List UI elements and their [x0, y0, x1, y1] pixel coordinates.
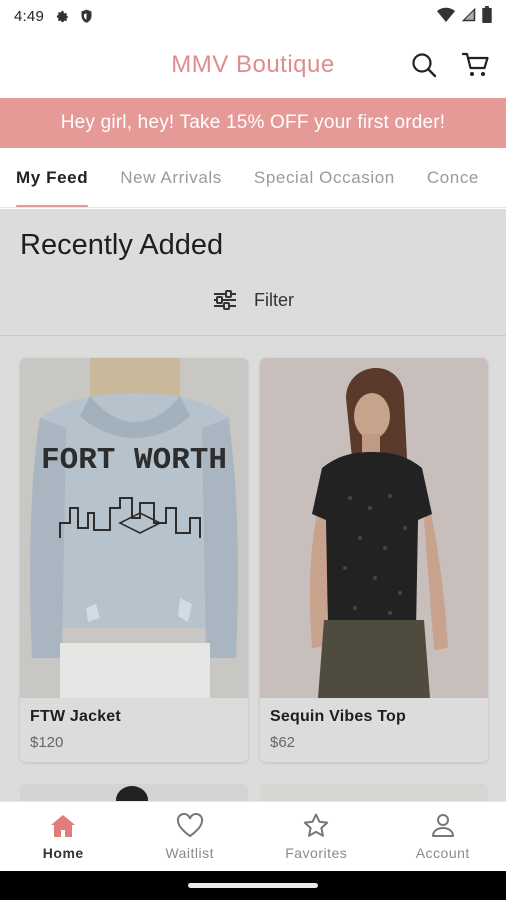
nav-home[interactable]: Home — [0, 802, 127, 871]
tab-new-arrivals[interactable]: New Arrivals — [104, 148, 238, 207]
filter-button[interactable]: Filter — [0, 285, 506, 315]
wifi-icon — [437, 7, 455, 26]
product-card-partial[interactable] — [20, 784, 248, 801]
product-image-denim-jacket: FORT WORTH — [20, 358, 248, 698]
product-name: FTW Jacket — [30, 708, 121, 725]
tab-special-occasion[interactable]: Special Occasion — [238, 148, 411, 207]
heart-icon — [176, 813, 204, 839]
filter-label: Filter — [254, 289, 294, 310]
home-gesture-handle[interactable] — [188, 883, 318, 888]
divider — [0, 335, 506, 336]
category-tabs: My Feed New Arrivals Special Occasion Co… — [0, 148, 506, 208]
tab-label: Special Occasion — [253, 167, 395, 187]
search-button[interactable] — [408, 49, 440, 81]
tab-concerts[interactable]: Conce — [411, 148, 495, 207]
person-icon — [429, 813, 457, 839]
tab-label: Conce — [426, 167, 479, 187]
product-info: FTW Jacket $120 — [20, 698, 248, 762]
signal-icon — [461, 7, 476, 26]
app-bar: MMV Boutique — [0, 32, 506, 98]
product-card[interactable]: Sequin Vibes Top $62 — [260, 358, 488, 762]
shield-icon — [78, 8, 94, 24]
bottom-navigation: Home Waitlist Favorites Account — [0, 801, 506, 871]
tab-label: New Arrivals — [120, 167, 222, 187]
tab-label: My Feed — [16, 167, 89, 187]
nav-label: Home — [42, 844, 84, 861]
product-info: Sequin Vibes Top $62 — [260, 698, 488, 762]
product-price: $62 — [270, 734, 296, 751]
cart-button[interactable] — [460, 49, 492, 81]
promo-banner[interactable]: Hey girl, hey! Take 15% OFF your first o… — [0, 98, 506, 148]
jacket-print-text: FORT WORTH — [41, 443, 227, 478]
tab-my-feed[interactable]: My Feed — [0, 148, 104, 207]
nav-label: Waitlist — [165, 844, 215, 861]
app-screen: 4:49 MMV Boutique Hey girl, hey! Take 15… — [0, 0, 506, 900]
app-title: MMV Boutique — [171, 51, 335, 78]
status-right-icons — [437, 5, 492, 27]
nav-label: Account — [415, 844, 470, 861]
battery-icon — [482, 5, 492, 27]
product-image-sequin-top — [260, 358, 488, 698]
feed-content[interactable]: Recently Added Filter FORT WORTH FTW Jac… — [0, 209, 506, 801]
section-title: Recently Added — [20, 229, 224, 261]
home-icon — [49, 813, 77, 839]
product-price: $120 — [30, 734, 64, 751]
search-icon — [412, 53, 437, 78]
nav-favorites[interactable]: Favorites — [253, 802, 380, 871]
sliders-icon — [214, 290, 236, 310]
product-name: Sequin Vibes Top — [270, 708, 406, 725]
status-time: 4:49 — [14, 7, 44, 25]
product-card-partial[interactable] — [260, 784, 488, 801]
cart-icon — [462, 52, 489, 76]
system-navigation-bar — [0, 871, 506, 900]
status-bar: 4:49 — [0, 0, 506, 32]
nav-waitlist[interactable]: Waitlist — [127, 802, 254, 871]
nav-account[interactable]: Account — [380, 802, 506, 871]
settings-gear-icon — [54, 8, 70, 24]
promo-text: Hey girl, hey! Take 15% OFF your first o… — [60, 112, 446, 133]
nav-label: Favorites — [285, 844, 348, 861]
product-card[interactable]: FORT WORTH FTW Jacket $120 — [20, 358, 248, 762]
star-icon — [302, 813, 330, 839]
